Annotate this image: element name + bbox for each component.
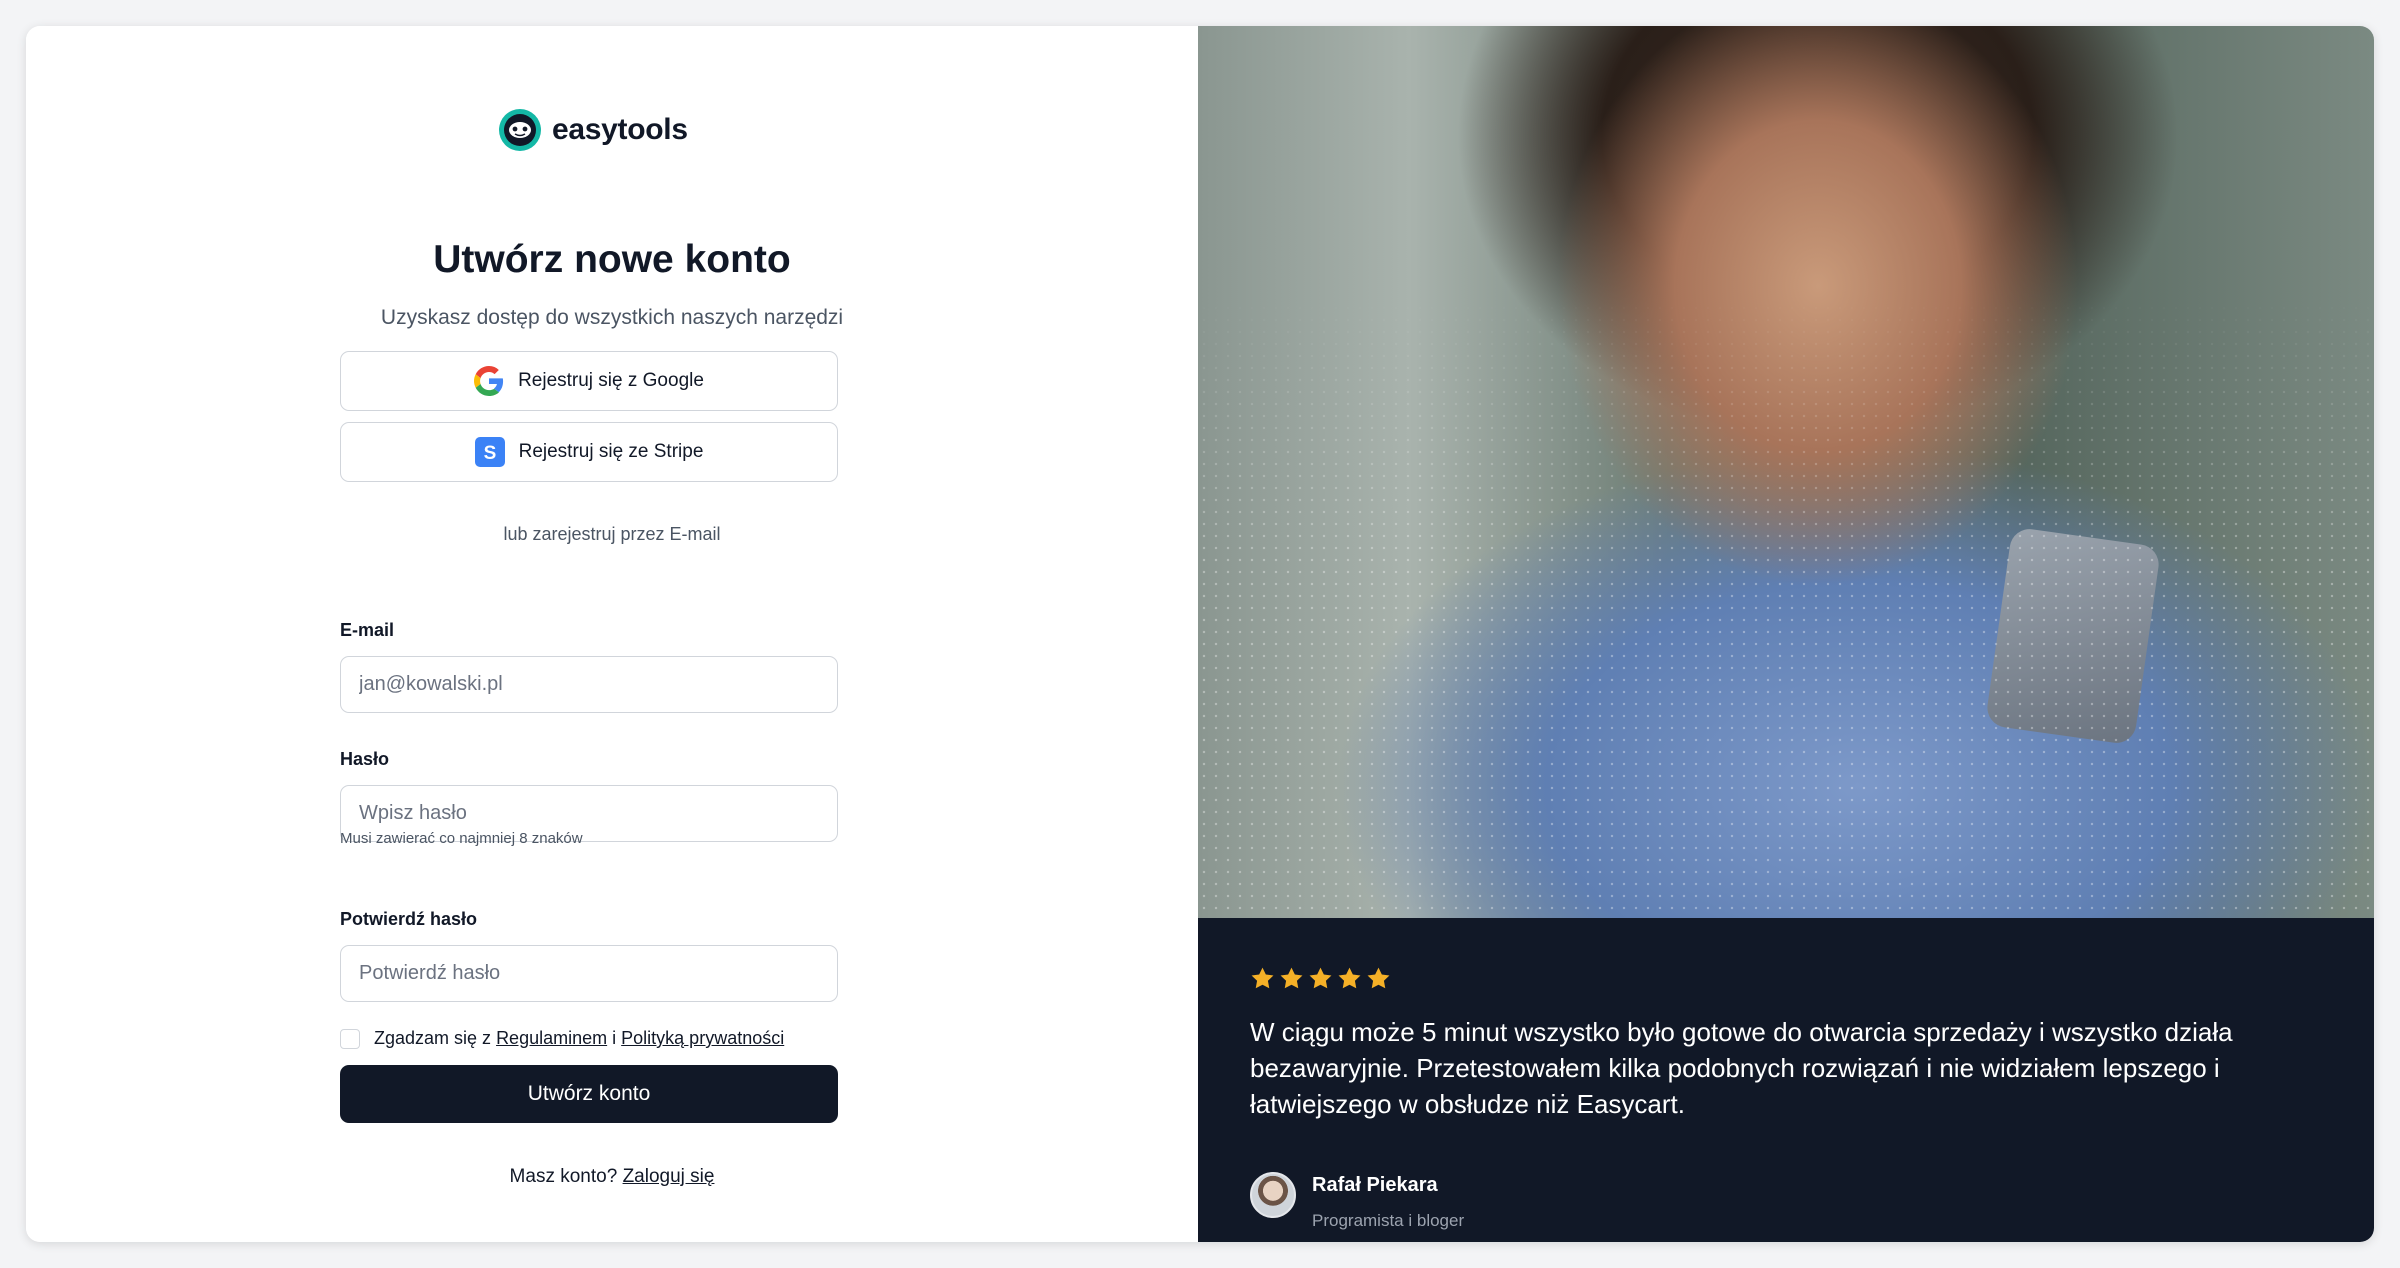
terms-link[interactable]: Regulaminem <box>496 1028 607 1048</box>
testimonial-quote: W ciągu może 5 minut wszystko było gotow… <box>1250 1017 2233 1119</box>
rating-stars <box>1250 966 1391 991</box>
star-icon <box>1367 967 1390 989</box>
google-signup-label: Rejestruj się z Google <box>518 370 704 391</box>
author-name: Rafał Piekara <box>1312 1174 1438 1196</box>
svg-text:S: S <box>483 443 496 464</box>
signup-panel: easytools Utwórz nowe konto Uzyskasz dos… <box>26 26 1198 1242</box>
terms-checkbox[interactable] <box>340 1028 360 1049</box>
star-icon <box>1309 967 1332 989</box>
create-account-button[interactable]: Utwórz konto <box>340 1065 838 1123</box>
stripe-signup-button[interactable]: S Rejestruj się ze Stripe <box>340 422 838 482</box>
signup-card: easytools Utwórz nowe konto Uzyskasz dos… <box>26 26 2374 1242</box>
password-label: Hasło <box>340 749 390 769</box>
binary-overlay <box>1198 26 2374 918</box>
terms-and: i <box>612 1028 617 1048</box>
brand-logo[interactable]: easytools <box>498 108 688 152</box>
google-signup-button[interactable]: Rejestruj się z Google <box>340 351 838 411</box>
star-icon <box>1280 967 1303 989</box>
privacy-policy-link[interactable]: Polityką prywatności <box>621 1028 784 1048</box>
password-hint: Musi zawierać co najmniej 8 znaków <box>340 830 583 847</box>
stripe-signup-label: Rejestruj się ze Stripe <box>518 441 704 462</box>
email-label: E-mail <box>340 620 395 640</box>
testimonial-author: Rafał Piekara Programista i bloger <box>1250 1172 1464 1231</box>
email-input[interactable] <box>340 656 838 713</box>
author-role: Programista i bloger <box>1312 1211 1465 1230</box>
page-title: Utwórz nowe konto <box>433 238 791 281</box>
terms-prefix: Zgadzam się z <box>374 1028 492 1048</box>
logo-icon <box>499 109 541 151</box>
hero-photo <box>1198 26 2374 918</box>
confirm-password-input[interactable] <box>340 945 838 1002</box>
brand-name: easytools <box>552 113 688 146</box>
hero-panel: W ciągu może 5 minut wszystko było gotow… <box>1198 26 2374 1242</box>
confirm-password-label: Potwierdź hasło <box>340 909 478 929</box>
page-subtitle: Uzyskasz dostęp do wszystkich naszych na… <box>380 306 844 329</box>
terms-text: Zgadzam się z Regulaminem i Polityką pry… <box>374 1028 784 1049</box>
stripe-icon: S <box>474 437 505 467</box>
star-icon <box>1338 967 1361 989</box>
login-link[interactable]: Zaloguj się <box>623 1166 715 1187</box>
testimonial-card: W ciągu może 5 minut wszystko było gotow… <box>1198 918 2374 1242</box>
login-prompt: Masz konto? Zaloguj się <box>26 1166 1198 1188</box>
avatar <box>1250 1172 1296 1218</box>
google-icon <box>474 366 504 396</box>
star-icon <box>1251 967 1274 989</box>
email-divider-text: lub zarejestruj przez E-mail <box>503 524 721 544</box>
author-info: Rafał Piekara Programista i bloger <box>1312 1172 1464 1231</box>
login-prompt-text: Masz konto? <box>509 1166 618 1187</box>
terms-row: Zgadzam się z Regulaminem i Polityką pry… <box>340 1028 784 1049</box>
